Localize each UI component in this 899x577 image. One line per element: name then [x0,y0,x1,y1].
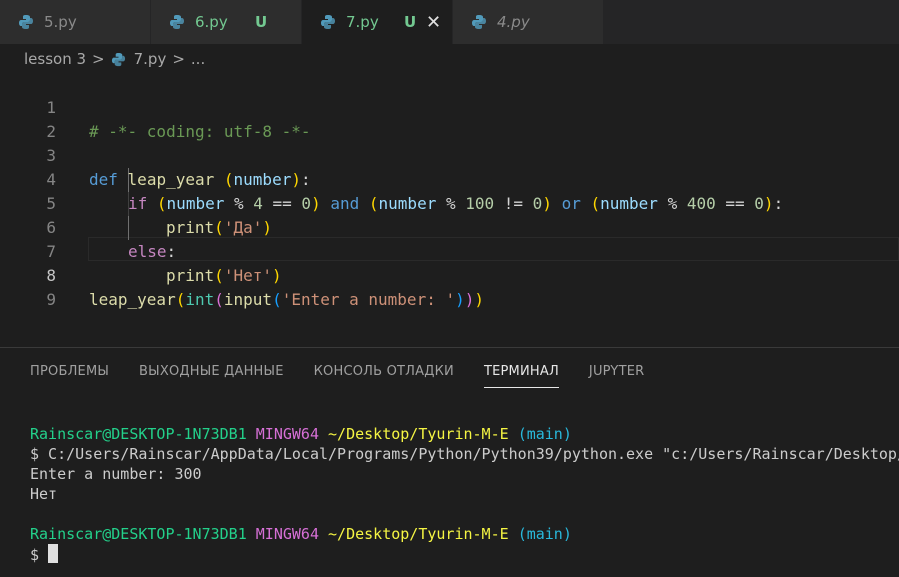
terminal-output-line: Нет [30,485,58,503]
tab-4-py[interactable]: 4.py [453,0,604,44]
line-number: 9 [46,290,56,309]
terminal-prompt-line: Rainscar@DESKTOP-1N73DB1 MINGW64 ~/Deskt… [30,525,572,543]
python-file-icon [19,15,33,29]
code-line: 3 def leap_year (number): [0,120,899,189]
chevron-right-icon: > [172,50,185,68]
terminal-input-line[interactable]: $ [30,544,899,565]
terminal-cursor [48,544,59,563]
tab-problems[interactable]: ПРОБЛЕМЫ [30,364,109,388]
bottom-panel: ПРОБЛЕМЫ ВЫХОДНЫЕ ДАННЫЕ КОНСОЛЬ ОТЛАДКИ… [0,347,899,577]
terminal-command: $ C:/Users/Rainscar/AppData/Local/Progra… [30,445,899,463]
breadcrumb-more[interactable]: ... [191,50,205,68]
untracked-badge: U [404,13,417,31]
python-file-icon [111,52,125,66]
code-line: 9 [0,264,899,309]
code-line: 5 print('Да') [0,168,899,237]
tab-debug-console[interactable]: КОНСОЛЬ ОТЛАДКИ [314,364,454,388]
breadcrumb-folder[interactable]: lesson 3 [24,50,86,68]
tab-6-py[interactable]: 6.py U [151,0,302,44]
panel-tab-bar: ПРОБЛЕМЫ ВЫХОДНЫЕ ДАННЫЕ КОНСОЛЬ ОТЛАДКИ… [30,364,674,388]
terminal-output-line: Enter a number: 300 [30,465,202,483]
close-icon[interactable]: ✕ [426,12,441,33]
tab-output[interactable]: ВЫХОДНЫЕ ДАННЫЕ [139,364,284,388]
python-file-icon [472,15,486,29]
tab-jupyter[interactable]: JUPYTER [589,364,644,388]
terminal-prompt-line: Rainscar@DESKTOP-1N73DB1 MINGW64 ~/Deskt… [30,425,572,443]
tab-7-py[interactable]: 7.py U ✕ [302,0,453,44]
code-text: leap_year(int(input('Enter a number: '))… [89,290,485,309]
code-line: 2 [0,96,899,141]
breadcrumb: lesson 3 > 7.py > ... [24,48,211,70]
untracked-badge: U [255,13,268,31]
tab-terminal[interactable]: ТЕРМИНАЛ [483,364,559,388]
tab-5-py[interactable]: 5.py [0,0,151,44]
tab-label: 5.py [44,13,77,31]
python-file-icon [170,15,184,29]
tab-label: 6.py [195,13,228,31]
code-line: 6 else: [0,192,899,261]
python-file-icon [321,15,335,29]
editor-tab-bar: 5.py 6.py U 7.py U ✕ 4.py [0,0,899,44]
tab-label: 4.py [497,13,530,31]
code-line: 1 # -*- coding: utf-8 -*- [0,72,899,141]
code-line: 4 if (number % 4 == 0) and (number % 100… [0,144,899,213]
chevron-right-icon: > [92,50,105,68]
terminal-output[interactable]: Rainscar@DESKTOP-1N73DB1 MINGW64 ~/Deskt… [30,424,899,565]
code-line: 8 leap_year(int(input('Enter a number: '… [0,240,899,309]
code-line: 7 print('Нет') [0,216,899,285]
breadcrumb-file[interactable]: 7.py [134,50,167,68]
code-editor[interactable]: 1 # -*- coding: utf-8 -*- 2 3 def leap_y… [0,72,899,344]
